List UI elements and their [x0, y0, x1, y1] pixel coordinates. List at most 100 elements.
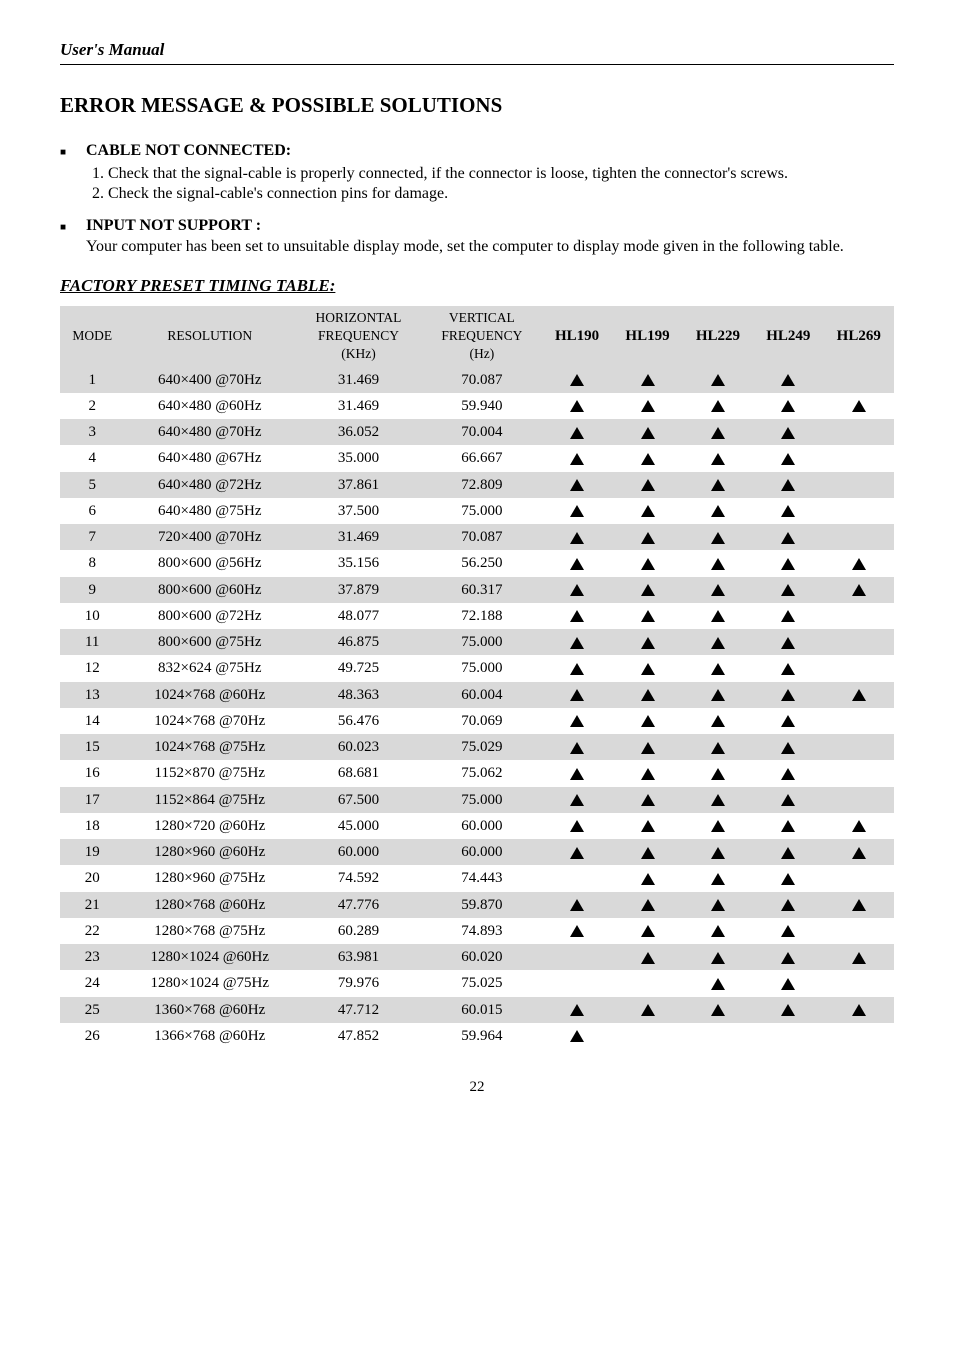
support-cell: [612, 682, 682, 708]
table-cell: 59.870: [422, 892, 542, 918]
table-cell: 37.879: [295, 577, 422, 603]
col-hl249: HL249: [753, 306, 823, 367]
section-input-not-support: ■ INPUT NOT SUPPORT : Your computer has …: [60, 217, 894, 256]
triangle-supported-icon: [641, 794, 655, 806]
table-cell: 63.981: [295, 944, 422, 970]
support-cell: [824, 865, 894, 891]
section-heading: INPUT NOT SUPPORT :: [86, 217, 261, 235]
table-cell: 19: [60, 839, 124, 865]
triangle-supported-icon: [711, 610, 725, 622]
table-cell: 832×624 @75Hz: [124, 655, 295, 681]
triangle-supported-icon: [781, 873, 795, 885]
support-cell: [683, 997, 753, 1023]
support-cell: [824, 524, 894, 550]
table-cell: 70.004: [422, 419, 542, 445]
table-cell: 800×600 @60Hz: [124, 577, 295, 603]
table-cell: 22: [60, 918, 124, 944]
support-cell: [824, 787, 894, 813]
table-cell: 1280×1024 @75Hz: [124, 970, 295, 996]
table-cell: 37.500: [295, 498, 422, 524]
support-cell: [612, 393, 682, 419]
table-cell: 4: [60, 445, 124, 471]
triangle-supported-icon: [641, 1004, 655, 1016]
col-hl269: HL269: [824, 306, 894, 367]
support-cell: [542, 892, 612, 918]
support-cell: [542, 839, 612, 865]
triangle-supported-icon: [570, 584, 584, 596]
list-item: Check that the signal-cable is properly …: [108, 165, 894, 183]
support-cell: [542, 629, 612, 655]
table-cell: 47.712: [295, 997, 422, 1023]
support-cell: [824, 655, 894, 681]
table-cell: 24: [60, 970, 124, 996]
support-cell: [824, 419, 894, 445]
support-cell: [683, 419, 753, 445]
support-cell: [612, 865, 682, 891]
table-cell: 56.250: [422, 550, 542, 576]
support-cell: [824, 629, 894, 655]
table-cell: 1280×960 @60Hz: [124, 839, 295, 865]
support-cell: [683, 524, 753, 550]
support-cell: [542, 918, 612, 944]
support-cell: [612, 655, 682, 681]
table-cell: 36.052: [295, 419, 422, 445]
triangle-supported-icon: [781, 742, 795, 754]
triangle-supported-icon: [570, 532, 584, 544]
triangle-supported-icon: [711, 532, 725, 544]
triangle-supported-icon: [711, 768, 725, 780]
table-cell: 1280×720 @60Hz: [124, 813, 295, 839]
support-cell: [683, 367, 753, 393]
support-cell: [612, 708, 682, 734]
triangle-supported-icon: [852, 689, 866, 701]
triangle-supported-icon: [711, 794, 725, 806]
triangle-supported-icon: [641, 374, 655, 386]
table-cell: 1024×768 @60Hz: [124, 682, 295, 708]
col-vfreq: VERTICAL FREQUENCY (Hz): [422, 306, 542, 367]
table-cell: 1024×768 @75Hz: [124, 734, 295, 760]
table-cell: 60.015: [422, 997, 542, 1023]
support-cell: [824, 944, 894, 970]
support-cell: [753, 787, 823, 813]
table-cell: 640×400 @70Hz: [124, 367, 295, 393]
support-cell: [542, 577, 612, 603]
table-cell: 35.000: [295, 445, 422, 471]
col-mode: MODE: [60, 306, 124, 367]
triangle-supported-icon: [570, 400, 584, 412]
support-cell: [612, 472, 682, 498]
square-bullet-icon: ■: [60, 143, 86, 163]
table-cell: 23: [60, 944, 124, 970]
triangle-supported-icon: [641, 505, 655, 517]
support-cell: [753, 655, 823, 681]
support-cell: [753, 708, 823, 734]
table-cell: 49.725: [295, 655, 422, 681]
triangle-supported-icon: [641, 479, 655, 491]
triangle-supported-icon: [641, 689, 655, 701]
triangle-supported-icon: [570, 1004, 584, 1016]
table-cell: 48.363: [295, 682, 422, 708]
support-cell: [824, 813, 894, 839]
triangle-supported-icon: [781, 978, 795, 990]
table-cell: 15: [60, 734, 124, 760]
table-cell: 60.000: [422, 839, 542, 865]
triangle-supported-icon: [781, 847, 795, 859]
support-cell: [683, 865, 753, 891]
table-cell: 18: [60, 813, 124, 839]
header-divider: [60, 64, 894, 65]
support-cell: [753, 445, 823, 471]
table-cell: 45.000: [295, 813, 422, 839]
table-cell: 72.188: [422, 603, 542, 629]
table-cell: 47.852: [295, 1023, 422, 1049]
triangle-supported-icon: [641, 820, 655, 832]
triangle-supported-icon: [781, 374, 795, 386]
support-cell: [612, 445, 682, 471]
triangle-supported-icon: [711, 479, 725, 491]
support-cell: [683, 760, 753, 786]
table-cell: 60.000: [295, 839, 422, 865]
support-cell: [753, 682, 823, 708]
triangle-supported-icon: [781, 820, 795, 832]
support-cell: [753, 393, 823, 419]
support-cell: [612, 970, 682, 996]
triangle-supported-icon: [711, 1004, 725, 1016]
table-row: 12832×624 @75Hz49.72575.000: [60, 655, 894, 681]
manual-header: User's Manual: [60, 40, 894, 60]
